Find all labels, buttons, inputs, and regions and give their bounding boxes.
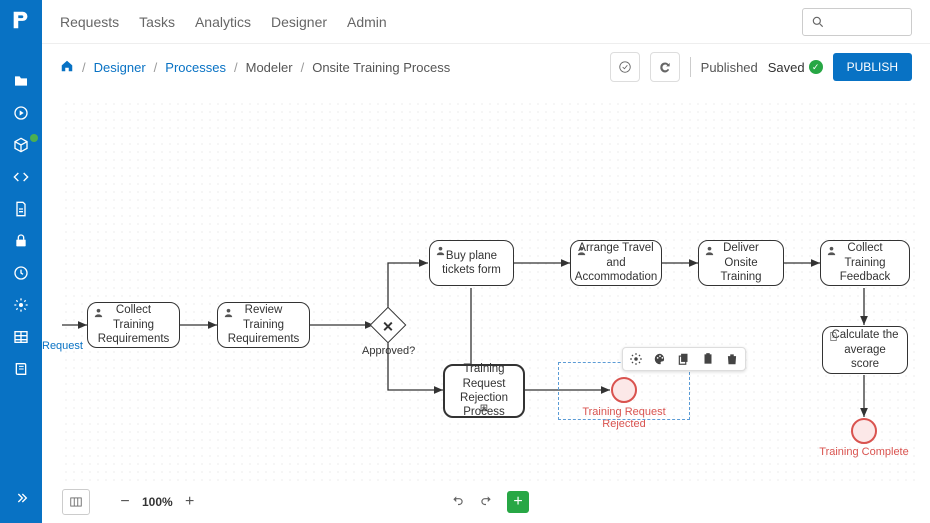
process-canvas[interactable]: Request Collect Training Requirements (62, 100, 918, 483)
add-button[interactable]: + (507, 491, 529, 513)
status-published: Published (701, 60, 758, 75)
task-rejection-process[interactable]: Training Request Rejection Process ⊞ (443, 364, 525, 418)
user-icon (435, 245, 446, 260)
task-collect-feedback[interactable]: Collect Training Feedback (820, 240, 910, 286)
cube-icon[interactable] (0, 130, 42, 160)
undo-button[interactable] (451, 494, 465, 511)
nav-requests[interactable]: Requests (60, 14, 119, 30)
task-deliver-training[interactable]: Deliver Onsite Training (698, 240, 784, 286)
crumb-current: Onsite Training Process (312, 60, 450, 75)
zoom-value: 100% (142, 495, 173, 509)
zoom-out-button[interactable]: − (116, 493, 134, 511)
document-icon[interactable] (0, 194, 42, 224)
expand-icon[interactable] (0, 483, 42, 513)
context-toolbar (622, 347, 746, 371)
end-label-complete: Training Complete (814, 446, 914, 458)
subprocess-icon: ⊞ (480, 403, 488, 416)
sidebar (0, 0, 42, 523)
clock-icon[interactable] (0, 258, 42, 288)
top-nav: Requests Tasks Analytics Designer Admin (42, 0, 930, 44)
script-icon (828, 331, 839, 346)
task-arrange-travel[interactable]: Arrange Travel and Accommodation (570, 240, 662, 286)
refresh-button[interactable] (650, 52, 680, 82)
crumb-designer[interactable]: Designer (94, 60, 146, 75)
app-logo (7, 6, 35, 34)
status-saved: Saved✓ (768, 60, 823, 75)
task-collect-requirements[interactable]: Collect Training Requirements (87, 302, 180, 348)
zoom-in-button[interactable]: + (181, 493, 199, 511)
crumb-processes[interactable]: Processes (165, 60, 226, 75)
paste-icon[interactable] (701, 352, 715, 366)
task-buy-tickets[interactable]: Buy plane tickets form (429, 240, 514, 286)
code-icon[interactable] (0, 162, 42, 192)
crumb-modeler: Modeler (246, 60, 293, 75)
nav-tasks[interactable]: Tasks (139, 14, 175, 30)
search-icon (811, 15, 825, 29)
nav-analytics[interactable]: Analytics (195, 14, 251, 30)
search-input[interactable] (802, 8, 912, 36)
task-calculate-score[interactable]: Calculate the average score (822, 326, 908, 374)
palette-icon[interactable] (653, 352, 667, 366)
user-icon (223, 307, 234, 322)
home-icon[interactable] (60, 59, 74, 76)
user-icon (93, 307, 104, 322)
trash-icon[interactable] (725, 352, 739, 366)
book-icon[interactable] (0, 354, 42, 384)
gear-icon[interactable] (629, 352, 643, 366)
task-review-requirements[interactable]: Review Training Requirements (217, 302, 310, 348)
play-icon[interactable] (0, 98, 42, 128)
gateway-label: Approved? (362, 345, 415, 357)
bottom-toolbar: − 100% + + (62, 487, 918, 517)
gear-icon[interactable] (0, 290, 42, 320)
check-icon: ✓ (809, 60, 823, 74)
nav-admin[interactable]: Admin (347, 14, 387, 30)
table-icon[interactable] (0, 322, 42, 352)
nav-designer[interactable]: Designer (271, 14, 327, 30)
copy-icon[interactable] (677, 352, 691, 366)
folder-icon[interactable] (0, 66, 42, 96)
user-icon (826, 245, 837, 260)
validate-button[interactable] (610, 52, 640, 82)
redo-button[interactable] (479, 494, 493, 511)
minimap-button[interactable] (62, 489, 90, 515)
user-icon (704, 245, 715, 260)
end-event-complete[interactable] (851, 418, 877, 444)
start-label: Request (42, 340, 83, 352)
lock-icon[interactable] (0, 226, 42, 256)
gateway-approved[interactable]: ✕ (370, 307, 407, 344)
publish-button[interactable]: PUBLISH (833, 53, 912, 81)
breadcrumb-row: / Designer / Processes / Modeler / Onsit… (42, 44, 930, 90)
user-icon (576, 245, 587, 260)
